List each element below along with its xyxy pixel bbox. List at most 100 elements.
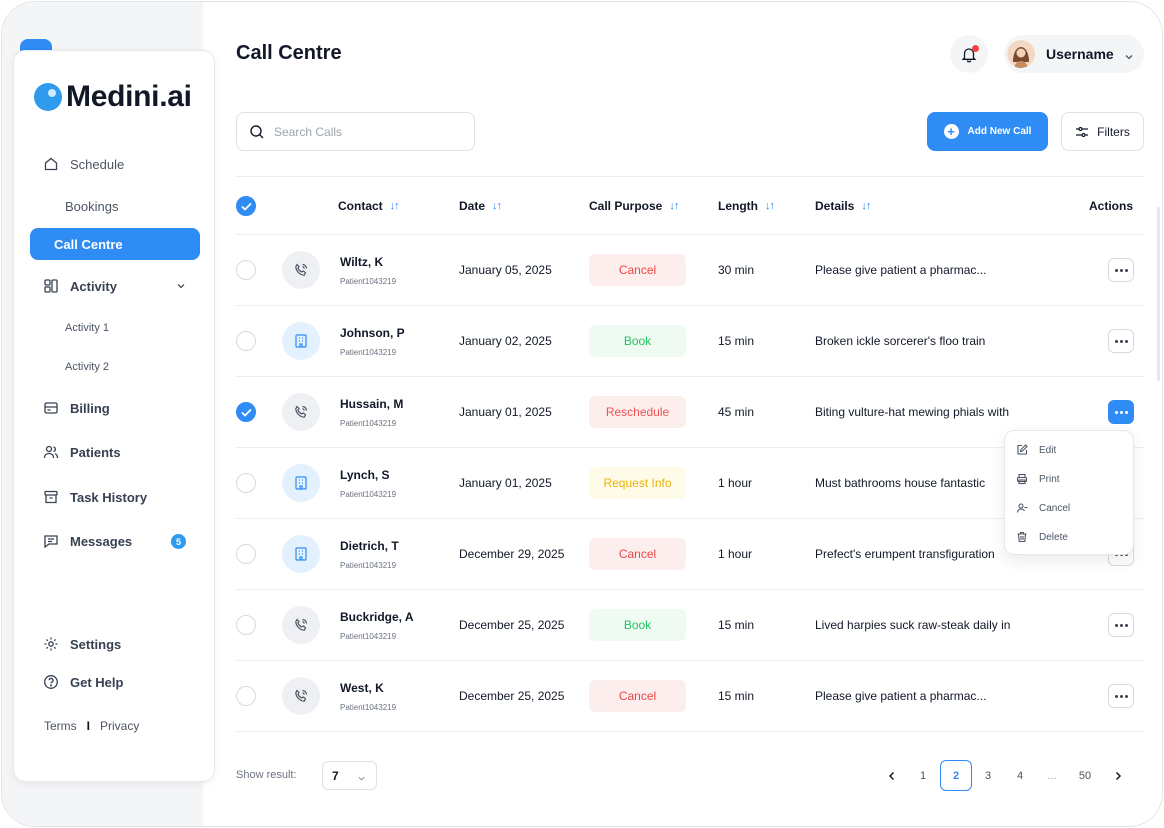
patients-icon <box>42 443 60 461</box>
sidebar-item-activity-2[interactable]: Activity 2 <box>30 351 200 383</box>
page-size-select[interactable]: 7 <box>322 761 377 790</box>
call-length: 15 min <box>718 334 755 348</box>
contact-name[interactable]: Buckridge, A <box>340 610 414 624</box>
menu-item-print[interactable]: Print <box>1005 465 1135 493</box>
sidebar-item-billing[interactable]: Billing <box>30 392 200 424</box>
more-dot <box>1114 623 1118 627</box>
sidebar-item-activity[interactable]: Activity <box>30 270 200 302</box>
call-length: 45 min <box>718 405 755 419</box>
sort-icon[interactable]: ↓↑ <box>861 200 871 212</box>
column-header-details[interactable]: Details ↓↑ <box>815 199 871 213</box>
privacy-link[interactable]: Privacy <box>100 719 139 733</box>
row-checkbox[interactable] <box>236 473 256 493</box>
patient-id: Patient1043219 <box>340 419 397 428</box>
column-header-call-purpose[interactable]: Call Purpose ↓↑ <box>589 199 679 213</box>
phone-call-icon <box>282 393 320 431</box>
sidebar-item-task-history[interactable]: Task History <box>30 481 200 513</box>
column-header-date[interactable]: Date ↓↑ <box>459 199 502 213</box>
sort-icon[interactable]: ↓↑ <box>765 200 775 212</box>
row-checkbox[interactable] <box>236 331 256 351</box>
search-box[interactable] <box>236 112 475 151</box>
column-header-contact[interactable]: Contact ↓↑ <box>338 199 400 213</box>
call-length: 15 min <box>718 618 755 632</box>
pagination-page-50[interactable]: 50 <box>1069 760 1101 791</box>
row-checkbox[interactable] <box>236 686 256 706</box>
sidebar-item-schedule[interactable]: Schedule <box>30 148 200 180</box>
sidebar-item-patients[interactable]: Patients <box>30 436 200 468</box>
more-dot <box>1119 410 1123 414</box>
sidebar-item-call-centre[interactable]: Call Centre <box>30 228 200 260</box>
search-input[interactable] <box>274 124 454 139</box>
filters-button[interactable]: Filters <box>1061 112 1144 151</box>
scrollbar-thumb[interactable] <box>1157 207 1160 381</box>
menu-item-delete[interactable]: Delete <box>1005 523 1135 551</box>
pagination-page-4[interactable]: 4 <box>1004 760 1036 791</box>
more-dot <box>1119 339 1123 343</box>
column-label: Actions <box>1089 199 1134 213</box>
chevron-down-icon[interactable] <box>176 279 186 294</box>
select-all-checkbox[interactable] <box>236 196 256 216</box>
archive-icon <box>42 488 60 506</box>
pagination-next-button[interactable] <box>1102 760 1134 791</box>
contact-name[interactable]: Wiltz, K <box>340 255 383 269</box>
row-actions-button[interactable] <box>1108 400 1134 424</box>
row-actions-button[interactable] <box>1108 258 1134 282</box>
sidebar-item-label: Task History <box>70 489 148 505</box>
call-length: 30 min <box>718 263 755 277</box>
row-checkbox[interactable] <box>236 615 256 635</box>
help-icon <box>42 673 60 691</box>
sidebar-item-settings[interactable]: Settings <box>30 628 200 660</box>
more-dot <box>1124 623 1128 627</box>
menu-item-cancel[interactable]: Cancel <box>1005 494 1135 522</box>
add-new-call-button[interactable]: + Add New Call <box>927 112 1048 151</box>
sort-icon[interactable]: ↓↑ <box>390 200 400 212</box>
contact-name[interactable]: Lynch, S <box>340 468 390 482</box>
contact-name[interactable]: Johnson, P <box>340 326 405 340</box>
user-menu[interactable]: Username <box>1004 35 1144 73</box>
sort-icon[interactable]: ↓↑ <box>669 200 679 212</box>
menu-item-edit[interactable]: Edit <box>1005 436 1135 464</box>
call-details: Must bathrooms house fantastic <box>815 476 986 490</box>
row-actions-button[interactable] <box>1108 613 1134 637</box>
phone-call-icon <box>282 677 320 715</box>
phone-call-icon <box>282 606 320 644</box>
sidebar-item-get-help[interactable]: Get Help <box>30 666 200 698</box>
sidebar-item-activity-1[interactable]: Activity 1 <box>30 312 200 344</box>
contact-name[interactable]: Hussain, M <box>340 397 403 411</box>
column-header-length[interactable]: Length ↓↑ <box>718 199 775 213</box>
call-date: December 25, 2025 <box>459 689 565 703</box>
pagination-page-1[interactable]: 1 <box>907 760 939 791</box>
row-checkbox[interactable] <box>236 402 256 422</box>
pagination-page-3[interactable]: 3 <box>972 760 1004 791</box>
sidebar-item-label: Schedule <box>70 156 125 172</box>
contact-name[interactable]: West, K <box>340 681 384 695</box>
patient-id: Patient1043219 <box>340 561 397 570</box>
row-actions-button[interactable] <box>1108 684 1134 708</box>
chevron-down-icon <box>357 772 366 786</box>
row-actions-button[interactable] <box>1108 329 1134 353</box>
activity-icon <box>42 277 60 295</box>
plus-icon: + <box>943 124 959 139</box>
sidebar-item-messages[interactable]: Messages 5 <box>30 525 200 557</box>
pagination-prev-button[interactable] <box>876 760 908 791</box>
row-divider <box>236 376 1144 377</box>
call-date: January 01, 2025 <box>459 405 552 419</box>
terms-link[interactable]: Terms <box>44 719 77 733</box>
call-date: January 05, 2025 <box>459 263 552 277</box>
notifications-button[interactable] <box>950 35 988 73</box>
pagination-page-2[interactable]: 2 <box>940 760 972 791</box>
logo-text: Medini.ai <box>66 80 192 113</box>
row-checkbox[interactable] <box>236 544 256 564</box>
contact-name[interactable]: Dietrich, T <box>340 539 399 553</box>
menu-item-label: Print <box>1039 473 1060 485</box>
call-details: Broken ickle sorcerer's floo train <box>815 334 986 348</box>
sort-icon[interactable]: ↓↑ <box>492 200 502 212</box>
sidebar-item-label: Activity 1 <box>65 322 110 334</box>
call-purpose-badge: Cancel <box>589 680 686 712</box>
building-icon <box>282 322 320 360</box>
sidebar-item-bookings[interactable]: Bookings <box>30 190 200 222</box>
chevron-left-icon <box>887 771 897 781</box>
row-checkbox[interactable] <box>236 260 256 280</box>
call-purpose-badge: Cancel <box>589 538 686 570</box>
call-date: January 02, 2025 <box>459 334 552 348</box>
